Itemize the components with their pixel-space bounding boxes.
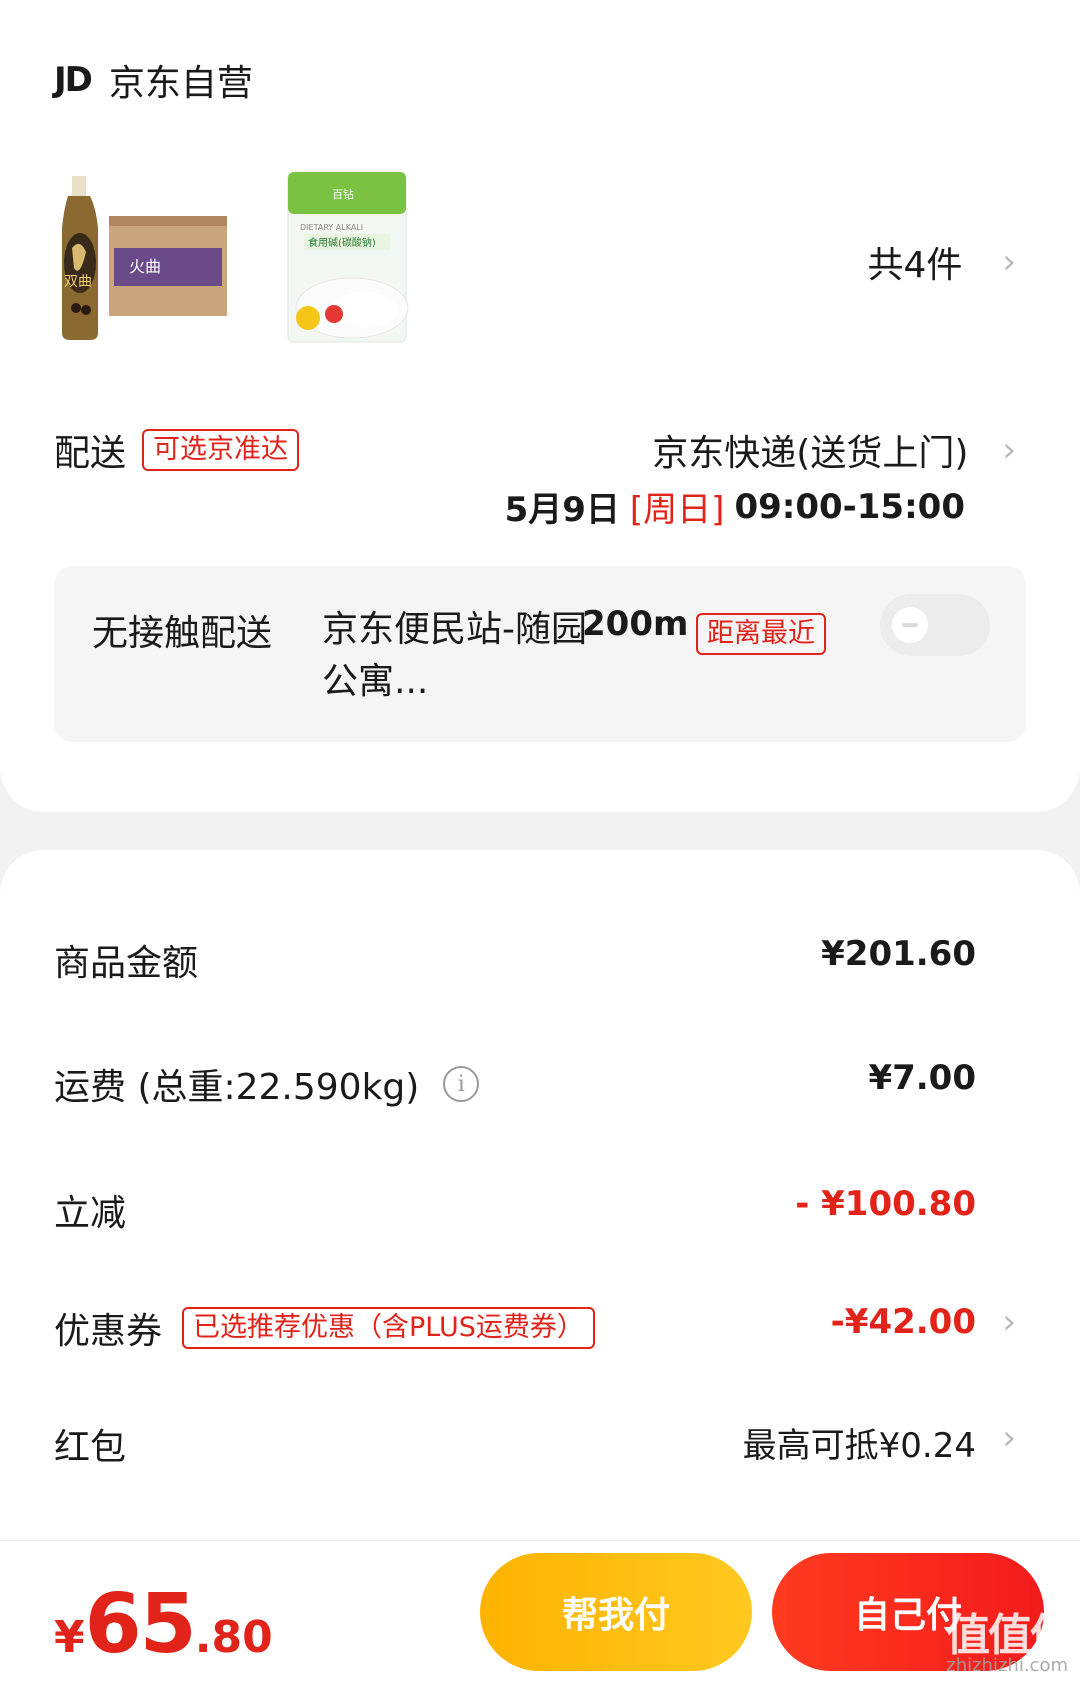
watermark-url: zhizhizhi.com xyxy=(946,1655,1068,1676)
checkout-bar: ¥ 65 .80 帮我付 自己付 值值值 zhizhizhi.com xyxy=(0,1540,1080,1683)
chevron-right-icon: › xyxy=(1002,242,1016,282)
coupon-value: -¥42.00 xyxy=(830,1302,976,1342)
delivery-date: 5月9日 xyxy=(504,490,620,530)
total-integer: 65 xyxy=(84,1577,197,1672)
shop-name: 京东自营 xyxy=(108,63,253,104)
currency-symbol: ¥ xyxy=(54,1612,85,1663)
goods-amount-value: ¥201.60 xyxy=(821,934,976,974)
shipping-label: 运费 (总重:22.590kg) xyxy=(54,1067,420,1108)
item-count: 共4件 xyxy=(867,245,963,286)
alkali-bag-icon: 百钻 DIETARY ALKALI 食用碱(碳酸钠) xyxy=(287,171,409,343)
goods-amount-label: 商品金额 xyxy=(54,943,199,984)
delivery-method: 京东快递(送货上门) xyxy=(652,433,969,474)
redpacket-value: 最高可抵¥0.24 xyxy=(742,1426,976,1466)
total-decimal: .80 xyxy=(194,1612,273,1663)
minus-icon xyxy=(902,623,918,627)
coupon-label-wrap: 优惠券 已选推荐优惠（含PLUS运费券） xyxy=(54,1302,595,1354)
delivery-day-of-week: [周日] xyxy=(629,490,725,530)
discount-row: 立减 - ¥100.80 xyxy=(0,1178,1080,1238)
coupon-tag: 已选推荐优惠（含PLUS运费券） xyxy=(182,1307,595,1349)
chevron-right-icon: › xyxy=(1002,430,1016,470)
contactless-toggle[interactable] xyxy=(880,594,990,656)
svg-text:食用碱(碳酸钠): 食用碱(碳酸钠) xyxy=(308,236,376,249)
product-image-drink[interactable]: 火曲 双曲 xyxy=(54,168,229,353)
contactless-title: 无接触配送 xyxy=(92,613,273,654)
goods-amount-row: 商品金额 ¥201.60 xyxy=(0,928,1080,988)
station-distance: 200m xyxy=(582,604,689,644)
shipping-value: ¥7.00 xyxy=(868,1058,976,1098)
discount-label: 立减 xyxy=(54,1193,127,1234)
discount-value: - ¥100.80 xyxy=(795,1184,976,1224)
drink-bottle-icon: 火曲 双曲 xyxy=(62,176,227,340)
product-image-alkali[interactable]: 百钻 DIETARY ALKALI 食用碱(碳酸钠) xyxy=(282,168,432,353)
delivery-label-row: 配送 可选京准达 xyxy=(54,424,300,476)
info-icon[interactable]: i xyxy=(443,1066,480,1102)
delivery-tag: 可选京准达 xyxy=(142,429,300,471)
watermark-logo: 值值值 xyxy=(946,1610,1074,1661)
order-card: JD 京东自营 火曲 双曲 百钻 DIETARY ALKALI 食用碱(碳酸钠) xyxy=(0,0,1080,812)
redpacket-row[interactable]: 红包 最高可抵¥0.24 › xyxy=(0,1412,1080,1472)
coupon-row[interactable]: 优惠券 已选推荐优惠（含PLUS运费券） -¥42.00 › xyxy=(0,1296,1080,1356)
toggle-knob xyxy=(892,607,928,643)
svg-text:百钻: 百钻 xyxy=(332,187,354,201)
coupon-label: 优惠券 xyxy=(54,1311,163,1352)
delivery-method-link[interactable]: 京东快递(送货上门) › xyxy=(652,424,1016,476)
delivery-label: 配送 xyxy=(54,433,127,474)
shipping-row: 运费 (总重:22.590kg) i ¥7.00 xyxy=(0,1052,1080,1112)
contactless-delivery-box: 无接触配送 京东便民站-随园公寓... 200m 距离最近 xyxy=(54,566,1026,742)
delivery-time-range: 09:00-15:00 xyxy=(734,486,965,527)
drink-brand-text: 双曲 xyxy=(64,274,92,290)
shop-header[interactable]: JD 京东自营 xyxy=(54,52,253,108)
redpacket-label: 红包 xyxy=(54,1427,127,1468)
jd-logo: JD xyxy=(54,60,93,100)
pickup-station-name[interactable]: 京东便民站-随园公寓... xyxy=(322,604,592,708)
nearest-tag: 距离最近 xyxy=(696,613,826,655)
svg-text:火曲: 火曲 xyxy=(129,257,161,276)
delivery-time[interactable]: 5月9日 [周日] 09:00-15:00 xyxy=(505,482,965,531)
chevron-right-icon: › xyxy=(1002,1302,1016,1342)
price-card: 商品金额 ¥201.60 运费 (总重:22.590kg) i ¥7.00 立减… xyxy=(0,850,1080,1540)
chevron-right-icon: › xyxy=(1002,1418,1016,1458)
svg-text:DIETARY ALKALI: DIETARY ALKALI xyxy=(300,223,363,232)
total-price: ¥ 65 .80 xyxy=(54,1577,273,1672)
help-pay-button[interactable]: 帮我付 xyxy=(480,1553,752,1671)
item-count-link[interactable]: 共4件 › xyxy=(867,236,1016,288)
shipping-label-wrap: 运费 (总重:22.590kg) i xyxy=(54,1058,480,1110)
